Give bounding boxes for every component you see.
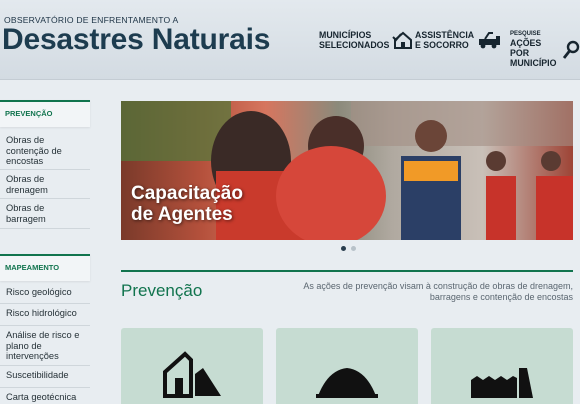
sidebar-item-contencao-encostas[interactable]: Obras de contenção de encostas	[0, 127, 90, 170]
sidebar-heading-prevencao: PREVENÇÃO	[0, 100, 90, 127]
rescue-truck-icon	[477, 31, 501, 49]
search-icon	[562, 40, 580, 60]
dam-icon	[471, 368, 533, 398]
sidebar-item-suscetibilidade[interactable]: Suscetibilidade	[0, 366, 90, 388]
nav-label-line2: MUNICÍPIO	[510, 58, 557, 68]
card-contencao-encostas[interactable]	[121, 328, 263, 404]
nav-label-line1: ASSISTÊNCIA	[415, 30, 475, 40]
site-header: OBSERVATÓRIO DE ENFRENTAMENTO A Desastre…	[0, 0, 580, 80]
section-divider	[121, 270, 573, 272]
nav-label-line2: SELECIONADOS	[319, 40, 390, 50]
house-check-icon	[392, 31, 414, 49]
section-description: As ações de prevenção visam à construção…	[303, 281, 573, 302]
card-drenagem[interactable]	[276, 328, 418, 404]
card-barragem[interactable]	[431, 328, 573, 404]
sidebar-mapeamento: MAPEAMENTO Risco geológico Risco hidroló…	[0, 254, 90, 404]
site-title[interactable]: Desastres Naturais	[2, 23, 270, 57]
sidebar-item-barragem[interactable]: Obras de barragem	[0, 199, 90, 229]
slope-containment-icon	[163, 351, 221, 398]
drainage-icon	[316, 368, 378, 398]
banner-caption-line2: de Agentes	[131, 204, 233, 225]
nav-label-small: PESQUISE	[510, 31, 541, 37]
nav-label-line2: E SOCORRO	[415, 40, 469, 50]
sidebar-item-carta-geotecnica[interactable]: Carta geotécnica	[0, 388, 90, 404]
carousel-dot-1[interactable]	[341, 246, 346, 251]
nav-pesquise-acoes[interactable]: PESQUISE AÇÕES POR MUNICÍPIO	[510, 31, 580, 68]
carousel-dots	[341, 246, 356, 251]
nav-label: MUNICÍPIOS SELECIONADOS	[319, 30, 389, 50]
sidebar-item-risco-geologico[interactable]: Risco geológico	[0, 281, 90, 304]
nav-assistencia-socorro[interactable]: ASSISTÊNCIA E SOCORRO	[415, 30, 501, 50]
banner-caption-line1: Capacitação	[131, 183, 243, 204]
nav-label-line1: AÇÕES POR	[510, 38, 542, 58]
section-title: Prevenção	[121, 281, 203, 300]
sidebar-item-risco-hidrologico[interactable]: Risco hidrológico	[0, 304, 90, 326]
nav-label-line1: MUNICÍPIOS	[319, 30, 372, 40]
sidebar-prevencao: PREVENÇÃO Obras de contenção de encostas…	[0, 100, 90, 402]
banner-caption: Capacitação de Agentes	[131, 183, 243, 225]
nav-label: PESQUISE AÇÕES POR MUNICÍPIO	[510, 31, 559, 68]
hero-banner[interactable]: Capacitação de Agentes	[121, 101, 573, 240]
carousel-dot-2[interactable]	[351, 246, 356, 251]
sidebar-heading-mapeamento: MAPEAMENTO	[0, 254, 90, 281]
sidebar-item-analise-risco[interactable]: Análise de risco e plano de intervenções	[0, 326, 90, 366]
nav-municipios-selecionados[interactable]: MUNICÍPIOS SELECIONADOS	[319, 30, 414, 50]
sidebar-item-drenagem[interactable]: Obras de drenagem	[0, 170, 90, 199]
nav-label: ASSISTÊNCIA E SOCORRO	[415, 30, 474, 50]
